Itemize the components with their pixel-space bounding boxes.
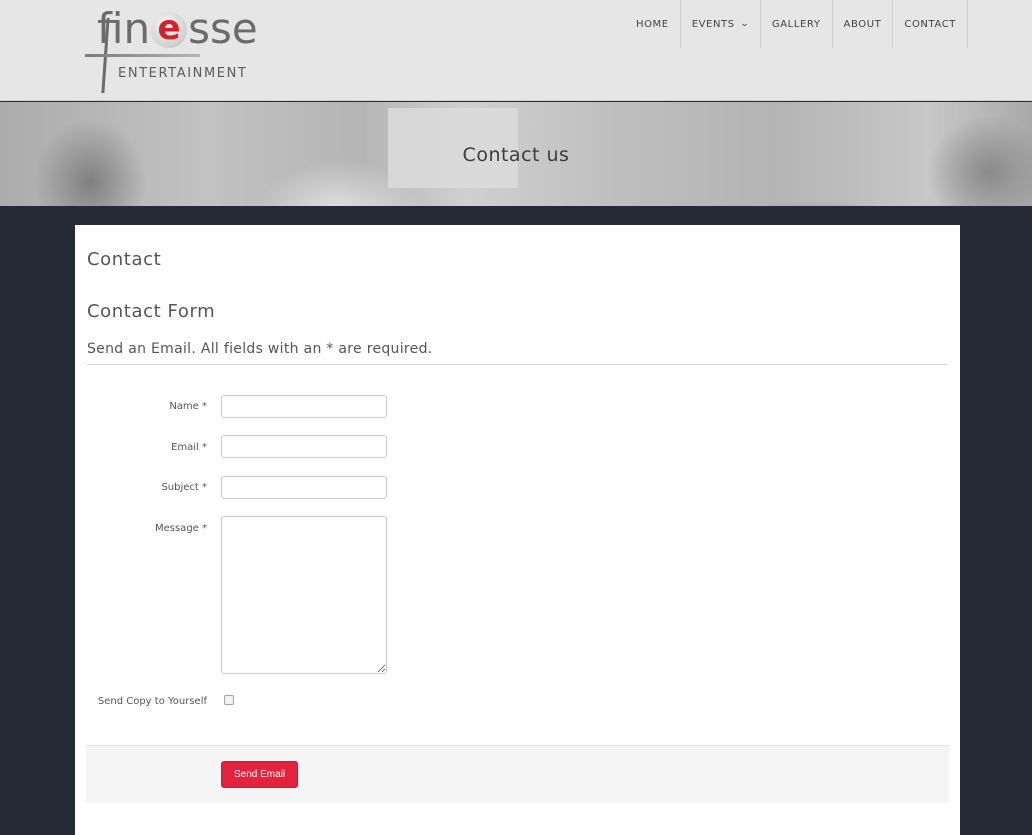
page-title: Contact bbox=[87, 249, 162, 270]
message-label: Message * bbox=[154, 523, 207, 534]
form-legend: Send an Email. All fields with an * are … bbox=[87, 341, 948, 365]
page-banner: Contact us bbox=[0, 102, 1032, 206]
main-nav: HOME EVENTS ⌄ GALLERY ABOUT CONTACT bbox=[625, 0, 968, 48]
nav-item-label: GALLERY bbox=[771, 18, 821, 30]
logo-word-post: sse bbox=[188, 4, 258, 53]
name-field[interactable] bbox=[221, 395, 387, 418]
send-copy-label: Send Copy to Yourself bbox=[97, 696, 207, 707]
nav-item-label: ABOUT bbox=[843, 18, 882, 30]
logo-tagline: ENTERTAINMENT bbox=[118, 66, 248, 81]
form-actions: Send Email bbox=[86, 745, 949, 803]
logo-word-pre: fin bbox=[97, 4, 151, 53]
name-label: Name * bbox=[169, 401, 207, 412]
message-field[interactable] bbox=[221, 516, 387, 674]
logo-wordmark: fin e sse bbox=[97, 8, 258, 50]
finesse-logo[interactable]: fin e sse ENTERTAINMENT bbox=[85, 4, 297, 96]
content-panel: Contact Contact Form Send an Email. All … bbox=[75, 225, 960, 835]
form-title: Contact Form bbox=[87, 301, 216, 322]
email-field[interactable] bbox=[221, 435, 387, 458]
site-header: fin e sse ENTERTAINMENT HOME EVENTS ⌄ GALL… bbox=[0, 0, 1032, 101]
email-label: Email * bbox=[171, 442, 207, 453]
send-copy-checkbox[interactable] bbox=[224, 695, 234, 705]
nav-item-about[interactable]: ABOUT bbox=[831, 0, 893, 48]
banner-title: Contact us bbox=[462, 144, 570, 166]
nav-item-label: HOME bbox=[635, 18, 669, 30]
send-email-button[interactable]: Send Email bbox=[221, 761, 299, 788]
nav-item-contact[interactable]: CONTACT bbox=[892, 0, 968, 48]
logo-swoosh bbox=[85, 54, 200, 57]
subject-field[interactable] bbox=[221, 476, 387, 499]
nav-item-events[interactable]: EVENTS ⌄ bbox=[679, 0, 760, 48]
nav-item-gallery[interactable]: GALLERY bbox=[759, 0, 832, 48]
subject-label: Subject * bbox=[161, 482, 207, 493]
chevron-down-icon: ⌄ bbox=[739, 19, 751, 29]
nav-item-label: CONTACT bbox=[904, 18, 956, 30]
nav-item-label: EVENTS bbox=[691, 18, 735, 30]
logo-e-ball: e bbox=[151, 11, 188, 48]
nav-item-home[interactable]: HOME bbox=[625, 0, 680, 48]
